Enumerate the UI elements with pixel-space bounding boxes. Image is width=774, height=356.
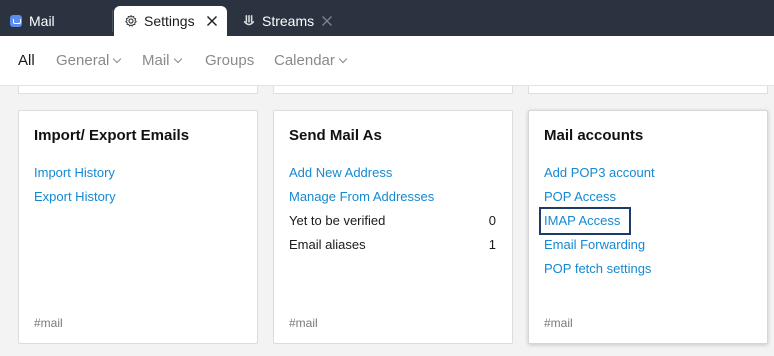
nav-groups[interactable]: Groups: [205, 52, 254, 69]
nav-all[interactable]: All: [18, 52, 35, 69]
nav-groups-label: Groups: [205, 52, 255, 69]
tab-streams-label: Streams: [262, 13, 315, 29]
card-title: Send Mail As: [289, 127, 382, 144]
chevron-down-icon: [173, 54, 182, 63]
card-bottom-edge: [273, 86, 513, 94]
card-title: Import/ Export Emails: [34, 127, 190, 144]
tab-settings[interactable]: Settings: [114, 6, 227, 36]
manage-from-addresses-link[interactable]: Manage From Addresses: [289, 189, 434, 204]
add-new-address-link[interactable]: Add New Address: [289, 165, 392, 180]
nav-general-label: General: [56, 52, 110, 69]
card-title: Mail accounts: [544, 127, 644, 144]
nav-general[interactable]: General: [56, 52, 122, 69]
pop-access-link[interactable]: POP Access: [544, 189, 616, 204]
card-send-mail-as: Send Mail As Add New Address Manage From…: [273, 110, 513, 344]
card-bottom-edge: [528, 86, 768, 94]
browser-tab-bar: Mail Settings Streams: [0, 0, 774, 36]
yet-to-be-verified-count: 0: [488, 213, 496, 228]
close-tab-streams-icon[interactable]: [318, 12, 336, 30]
tab-settings-label: Settings: [144, 13, 195, 29]
nav-all-label: All: [18, 52, 35, 69]
mail-tag: #mail: [34, 316, 63, 330]
card-bottom-edge: [18, 86, 258, 94]
mail-tag: #mail: [289, 316, 318, 330]
yet-to-be-verified-label: Yet to be verified: [289, 213, 386, 228]
add-pop3-account-link[interactable]: Add POP3 account: [544, 165, 655, 180]
chevron-down-icon: [113, 54, 122, 63]
streams-icon: [243, 14, 255, 26]
settings-category-nav: All General Mail Groups Calendar: [0, 36, 774, 86]
mail-tag: #mail: [544, 316, 573, 330]
card-import-export: Import/ Export Emails Import History Exp…: [18, 110, 258, 344]
mail-app-icon: [10, 15, 22, 27]
card-mail-accounts: Mail accounts Add POP3 account POP Acces…: [528, 110, 768, 344]
email-aliases-label: Email aliases: [289, 237, 366, 252]
nav-mail[interactable]: Mail: [142, 52, 182, 69]
import-history-link[interactable]: Import History: [34, 165, 115, 180]
export-history-link[interactable]: Export History: [34, 189, 116, 204]
nav-calendar-label: Calendar: [274, 52, 335, 69]
email-forwarding-link[interactable]: Email Forwarding: [544, 237, 645, 252]
pop-fetch-settings-link[interactable]: POP fetch settings: [544, 261, 651, 276]
email-aliases-count: 1: [488, 237, 496, 252]
close-tab-settings-icon[interactable]: [203, 12, 221, 30]
nav-calendar[interactable]: Calendar: [274, 52, 348, 69]
tab-mail-label: Mail: [29, 13, 55, 29]
chevron-down-icon: [338, 54, 348, 63]
tab-mail[interactable]: Mail: [0, 6, 110, 36]
tab-divider: [112, 10, 113, 32]
tab-streams[interactable]: Streams: [232, 6, 344, 36]
gear-icon: [125, 15, 137, 27]
nav-mail-label: Mail: [142, 52, 170, 69]
imap-access-link[interactable]: IMAP Access: [544, 213, 620, 228]
